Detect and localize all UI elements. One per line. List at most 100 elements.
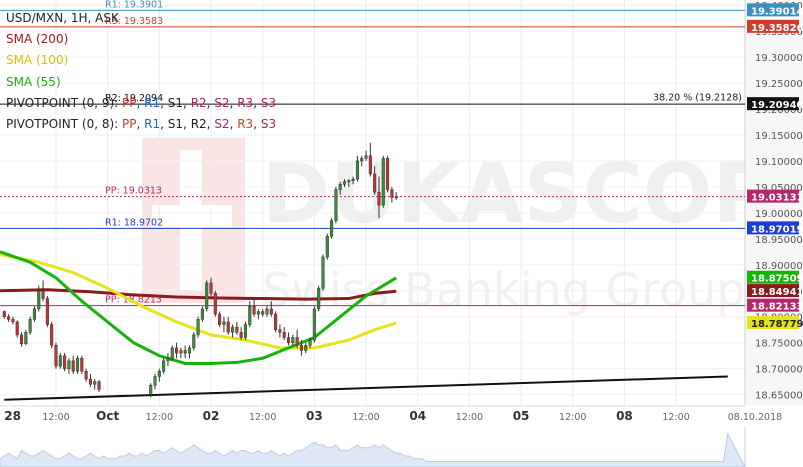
candle-body-0 xyxy=(2,311,6,317)
candle-body-54 xyxy=(282,332,286,338)
x-tick-label-3: 12:00 xyxy=(146,412,173,423)
candle-body-33 xyxy=(192,334,196,349)
candle-body-63 xyxy=(321,256,325,289)
candle-body-76 xyxy=(377,191,381,206)
level-price-label-4: 18.97019 xyxy=(751,224,803,235)
level-price-label-0: 19.39014 xyxy=(751,6,803,17)
x-tick-label-12: 08 xyxy=(616,409,633,423)
candle-body-57 xyxy=(295,337,299,346)
pivot-9-label[interactable]: PIVOTPOINT (0, 9): PP, R1, S1, R2, S2, R… xyxy=(6,93,276,114)
candle-body-66 xyxy=(334,189,338,221)
candle-body-37 xyxy=(209,282,213,294)
candle-body-60 xyxy=(308,339,312,346)
candle-body-4 xyxy=(19,334,24,344)
candle-body-67 xyxy=(338,184,342,190)
level-price-label-1: 19.35826 xyxy=(751,23,803,34)
x-tick-label-9: 12:00 xyxy=(456,412,483,423)
candle-body-77 xyxy=(381,158,385,206)
sma-200-label[interactable]: SMA (200) xyxy=(6,29,276,50)
candle-body-31 xyxy=(183,350,187,354)
candle-body-15 xyxy=(67,360,71,369)
y-tick-label-14: 18.70000 xyxy=(755,365,803,376)
y-tick-label-5: 19.15000 xyxy=(755,131,803,142)
candle-body-16 xyxy=(71,360,75,372)
pivot-9-s2: S2 xyxy=(214,95,230,110)
candle-body-1 xyxy=(7,316,11,320)
candle-body-20 xyxy=(88,378,92,385)
candle-body-23 xyxy=(149,385,153,395)
x-tick-label-13: 12:00 xyxy=(662,412,689,423)
pivot-9-pp: PP xyxy=(122,95,137,110)
candle-body-22 xyxy=(97,381,101,390)
candle-body-24 xyxy=(153,376,157,386)
x-tick-label-7: 12:00 xyxy=(352,412,379,423)
candle-body-45 xyxy=(243,324,248,338)
level-tag-4: R1: 18.9702 xyxy=(105,217,163,228)
pivot-9-r2: R2 xyxy=(190,95,207,110)
candle-body-40 xyxy=(222,321,226,325)
candle-body-74 xyxy=(368,155,372,175)
candle-body-49 xyxy=(261,311,265,315)
level-price-label-3: 19.03131 xyxy=(751,193,803,204)
candle-body-32 xyxy=(187,347,192,354)
candle-body-21 xyxy=(93,381,97,385)
pivot-9-r1: R1 xyxy=(144,95,161,110)
candle-body-47 xyxy=(252,306,256,315)
x-tick-label-14: 08.10.2018 xyxy=(728,412,782,423)
candle-body-62 xyxy=(317,287,321,310)
pivot-8-s2: S2 xyxy=(214,117,230,132)
ma-price-label-0: 18.87509 xyxy=(751,274,803,285)
candle-body-70 xyxy=(351,178,355,181)
candle-body-14 xyxy=(63,355,67,369)
sma-100-label[interactable]: SMA (100) xyxy=(6,50,276,71)
pivot-8-pp: PP xyxy=(122,117,137,132)
candle-body-8 xyxy=(37,290,41,310)
y-tick-label-2: 19.30000 xyxy=(755,53,803,64)
watermark-logo-cross-h xyxy=(152,205,232,227)
candle-body-38 xyxy=(213,293,217,315)
candle-body-36 xyxy=(205,282,209,310)
candle-body-53 xyxy=(278,329,282,333)
candle-body-51 xyxy=(269,308,273,315)
candle-body-11 xyxy=(50,324,54,346)
candle-body-34 xyxy=(196,319,200,336)
candle-body-64 xyxy=(325,236,329,258)
candle-body-3 xyxy=(15,321,19,336)
y-tick-label-6: 19.10000 xyxy=(755,157,803,168)
candle-body-58 xyxy=(299,345,303,351)
candle-body-6 xyxy=(28,319,32,333)
candle-body-46 xyxy=(248,306,252,325)
pivot-8-label[interactable]: PIVOTPOINT (0, 8): PP, R1, S1, R2, S2, R… xyxy=(6,114,276,135)
candle-body-10 xyxy=(45,298,49,325)
candle-body-68 xyxy=(342,181,347,185)
x-tick-label-11: 12:00 xyxy=(559,412,586,423)
candle-body-75 xyxy=(373,173,377,193)
candle-body-44 xyxy=(239,332,243,338)
y-tick-label-8: 19.00000 xyxy=(755,209,803,220)
candle-body-5 xyxy=(24,332,28,344)
candle-body-30 xyxy=(179,350,183,354)
candle-body-50 xyxy=(265,308,269,315)
x-tick-label-10: 05 xyxy=(513,409,530,423)
pivot-9-title: PIVOTPOINT (0, 9): xyxy=(6,95,119,110)
candle-body-71 xyxy=(355,160,359,180)
candle-body-65 xyxy=(330,220,334,237)
pivot-9-r3: R3 xyxy=(237,95,254,110)
candle-body-80 xyxy=(394,196,398,199)
level-price-label-5: 18.82133 xyxy=(751,302,803,313)
candle-body-13 xyxy=(58,355,62,367)
pivot-8-title: PIVOTPOINT (0, 8): xyxy=(6,117,119,132)
sma-55-label[interactable]: SMA (55) xyxy=(6,72,276,93)
y-tick-label-9: 18.95000 xyxy=(755,235,803,246)
x-tick-label-8: 04 xyxy=(409,409,426,423)
pivot-8-s1: S1 xyxy=(167,117,184,132)
x-tick-label-1: 12:00 xyxy=(42,412,69,423)
x-tick-label-4: 02 xyxy=(203,409,220,423)
candle-body-79 xyxy=(390,189,394,198)
candle-body-69 xyxy=(347,180,351,182)
candle-body-39 xyxy=(218,313,222,325)
candle-body-41 xyxy=(226,321,230,333)
ma-price-label-2: 18.78779 xyxy=(751,319,803,330)
x-tick-label-0: 28 xyxy=(4,409,21,423)
candle-body-25 xyxy=(157,371,161,377)
